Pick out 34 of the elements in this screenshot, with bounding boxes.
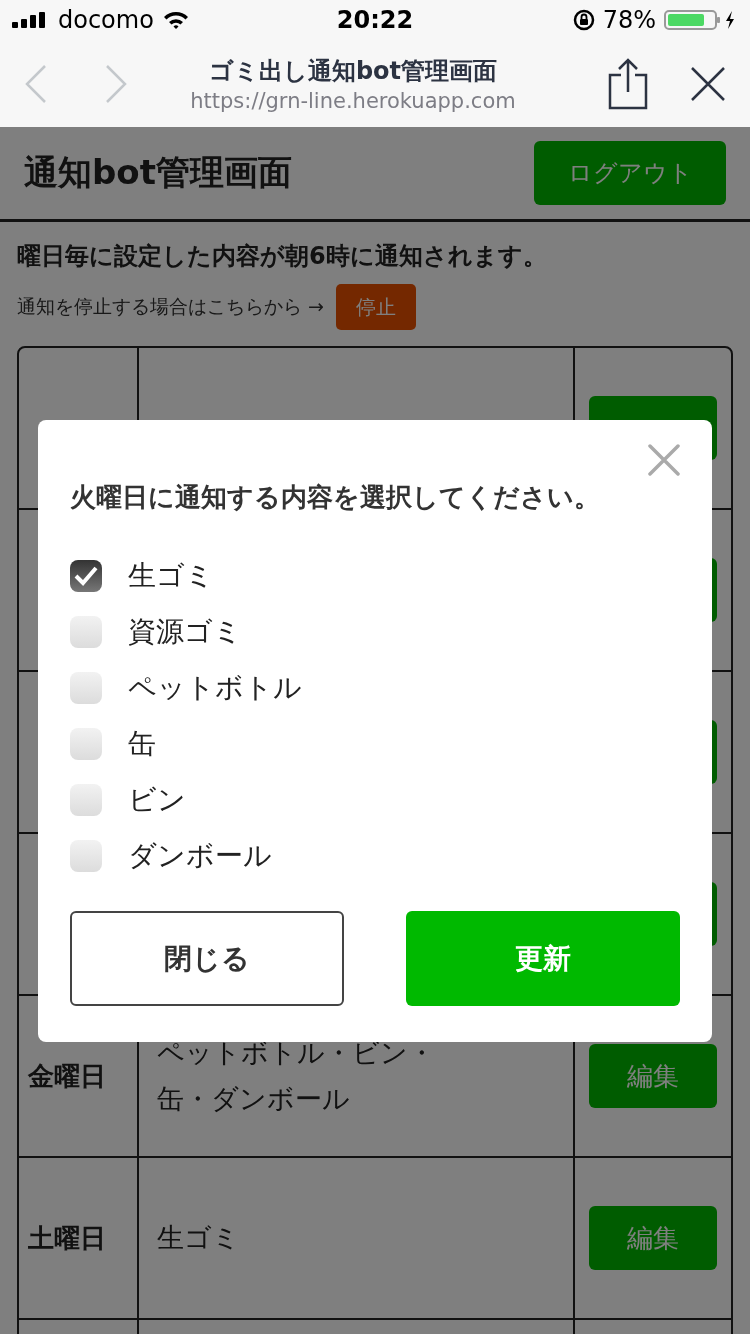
option-label: 資源ゴミ <box>128 614 242 650</box>
checkbox[interactable] <box>70 672 102 704</box>
forward-icon[interactable] <box>104 63 128 104</box>
option-label: 生ゴミ <box>128 558 214 594</box>
checkbox[interactable] <box>70 728 102 760</box>
share-icon[interactable] <box>608 57 648 110</box>
update-button[interactable]: 更新 <box>406 911 680 1006</box>
checkbox[interactable] <box>70 840 102 872</box>
page-heading: 通知bot管理画面 <box>24 151 292 194</box>
edit-button[interactable]: 編集 <box>589 1206 717 1270</box>
checkbox[interactable] <box>70 784 102 816</box>
rotation-lock-icon <box>572 9 595 31</box>
page-title: ゴミ出し通知bot管理画面 <box>208 55 498 87</box>
checkbox[interactable] <box>70 616 102 648</box>
checkbox[interactable] <box>70 560 102 592</box>
stop-hint: 通知を停止する場合はこちらから → <box>17 294 324 319</box>
option-label: ペットボトル <box>128 670 302 706</box>
stop-button[interactable]: 停止 <box>335 284 416 330</box>
battery-percent: 78% <box>602 6 656 34</box>
notice-text: 曜日毎に設定した内容が朝6時に通知されます。 <box>17 241 548 272</box>
content-cell: 生ゴミ <box>139 1158 575 1318</box>
edit-button[interactable]: 編集 <box>589 1044 717 1108</box>
carrier-name: docomo <box>58 6 154 34</box>
status-time: 20:22 <box>335 6 415 34</box>
option-label: ダンボール <box>128 838 272 874</box>
page-url: https://grn-line.herokuapp.com <box>190 88 516 113</box>
back-icon[interactable] <box>24 63 48 104</box>
option-label: ビン <box>128 782 186 818</box>
logout-button[interactable]: ログアウト <box>534 141 726 205</box>
close-button[interactable]: 閉じる <box>70 911 344 1006</box>
dialog-title: 火曜日に通知する内容を選択してください。 <box>70 481 601 514</box>
day-cell: 土曜日 <box>19 1158 139 1318</box>
close-icon[interactable] <box>690 65 726 102</box>
option-label: 缶 <box>128 726 156 762</box>
